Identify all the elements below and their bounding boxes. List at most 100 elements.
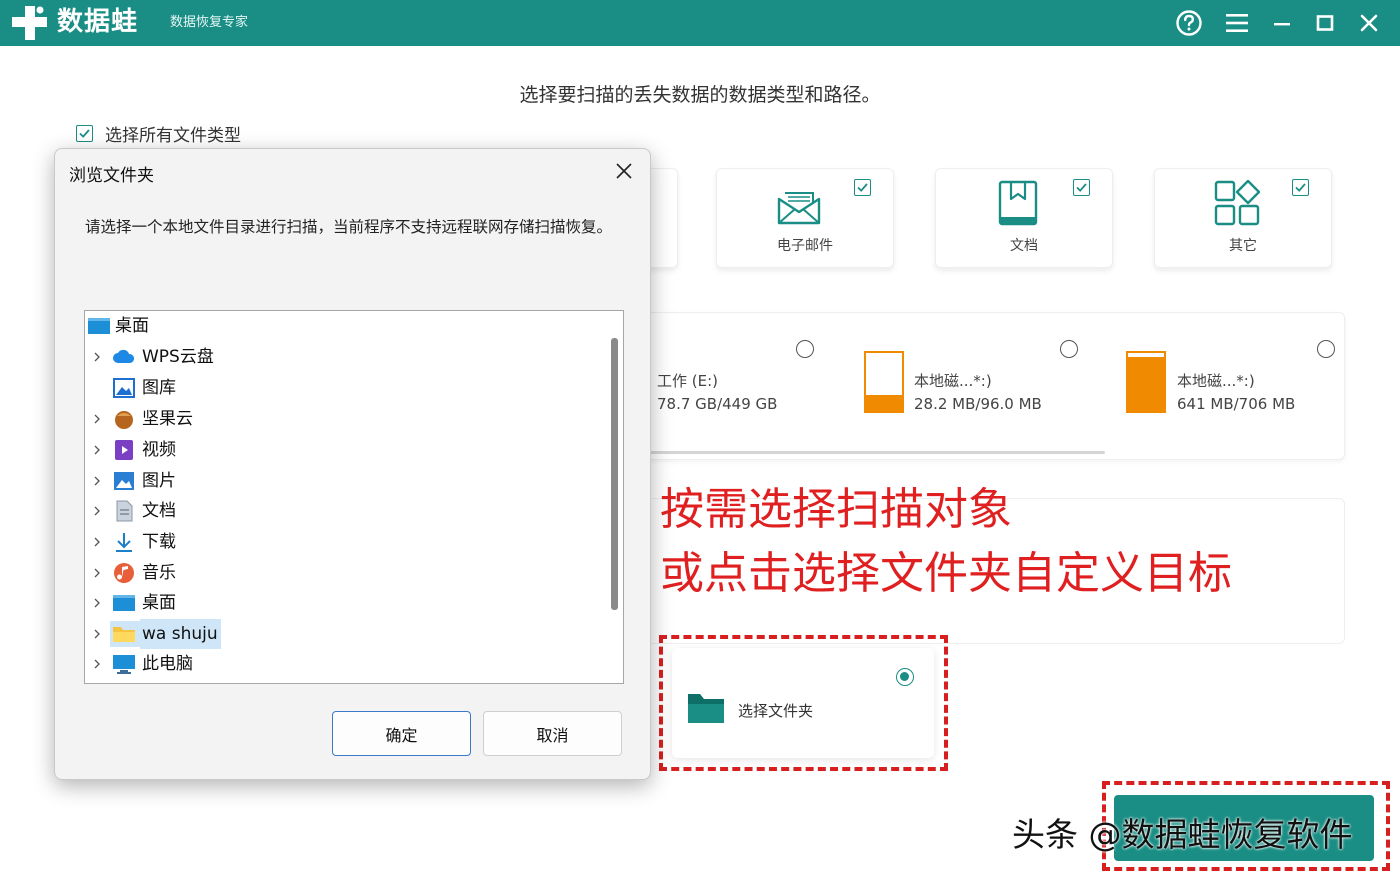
chevron-right-icon	[94, 506, 100, 516]
ok-button[interactable]: 确定	[332, 711, 471, 756]
download-icon	[116, 533, 132, 552]
browse-folder-dialog: 浏览文件夹 请选择一个本地文件目录进行扫描，当前程序不支持远程联网存储扫描恢复。…	[54, 148, 651, 780]
drive-name[interactable]: 工作 (E:)	[657, 370, 718, 391]
tree-item-label: 坚果云	[142, 409, 193, 429]
cloud-icon	[113, 349, 135, 363]
menu-button[interactable]	[1221, 7, 1253, 39]
tree-item-nut-cloud[interactable]: 坚果云	[85, 404, 605, 434]
checkmark-icon	[857, 183, 868, 192]
tree-item-desktop[interactable]: 桌面	[85, 588, 605, 618]
folder-icon	[113, 627, 135, 642]
nut-cloud-icon	[115, 411, 133, 429]
drive-size: 78.7 GB/449 GB	[657, 395, 778, 413]
file-type-label: 电子邮件	[777, 238, 833, 254]
chevron-right-icon	[94, 352, 100, 362]
other-icon	[1214, 179, 1261, 226]
close-button[interactable]	[1353, 7, 1385, 39]
file-type-checkbox[interactable]	[854, 179, 871, 196]
tree-item-pictures[interactable]: 图片	[85, 466, 605, 496]
drive-radio[interactable]	[796, 340, 814, 358]
close-icon	[1360, 14, 1378, 32]
tree-item-label: wa shuju	[140, 619, 221, 649]
chevron-right-icon	[94, 414, 100, 424]
file-type-label: 其它	[1229, 238, 1257, 254]
dialog-title: 浏览文件夹	[69, 166, 154, 186]
drive-radio[interactable]	[1317, 340, 1335, 358]
tree-item-gallery[interactable]: 图库	[85, 373, 605, 403]
cancel-button[interactable]: 取消	[483, 711, 622, 756]
minimize-button[interactable]	[1266, 7, 1298, 39]
dialog-message: 请选择一个本地文件目录进行扫描，当前程序不支持远程联网存储扫描恢复。	[85, 218, 613, 236]
help-icon	[1176, 10, 1202, 36]
tree-scrollbar-thumb[interactable]	[611, 338, 618, 610]
checkmark-icon	[1295, 183, 1306, 192]
select-all-label: 选择所有文件类型	[105, 126, 241, 146]
drive-size: 28.2 MB/96.0 MB	[914, 395, 1042, 413]
gallery-icon	[113, 378, 135, 398]
help-button[interactable]	[1173, 7, 1205, 39]
chevron-right-icon	[94, 476, 100, 486]
annotation-line-2: 或点击选择文件夹自定义目标	[660, 548, 1232, 599]
tree-item-label: 文档	[142, 501, 176, 521]
annotation-line-1: 按需选择扫描对象	[660, 484, 1012, 535]
title-bar: 数据蛙 数据恢复专家	[0, 0, 1400, 46]
chevron-right-icon	[94, 537, 100, 547]
chevron-right-icon	[94, 568, 100, 578]
desktop-icon	[113, 595, 135, 611]
instruction-text: 选择要扫描的丢失数据的数据类型和路径。	[519, 84, 881, 106]
tree-item-documents[interactable]: 文档	[85, 496, 605, 526]
tree-item-label: WPS云盘	[142, 347, 214, 367]
checkmark-icon	[1076, 183, 1087, 192]
tree-item-music[interactable]: 音乐	[85, 558, 605, 588]
select-all-checkbox[interactable]	[76, 125, 93, 142]
tree-item-this-pc[interactable]: 此电脑	[85, 649, 605, 679]
tree-item-label: 桌面	[142, 593, 176, 613]
drive-name[interactable]: 本地磁...*:)	[914, 370, 992, 391]
tree-item-wps-cloud[interactable]: WPS云盘	[85, 342, 605, 372]
highlight-box-folder	[659, 635, 948, 771]
tree-item-desktop-root[interactable]: 桌面	[85, 311, 605, 341]
drive-capacity-icon[interactable]	[1126, 351, 1166, 413]
drive-list-scrollbar[interactable]	[650, 451, 1105, 454]
video-icon	[115, 440, 133, 460]
tree-item-label: 下载	[142, 532, 176, 552]
app-subtitle: 数据恢复专家	[170, 15, 249, 30]
this-pc-icon	[113, 655, 135, 674]
tree-item-label: 此电脑	[142, 654, 193, 674]
dialog-close-button[interactable]	[612, 159, 636, 183]
tree-item-label: 视频	[142, 440, 176, 460]
maximize-icon	[1316, 15, 1334, 31]
desktop-icon	[88, 318, 110, 334]
maximize-button[interactable]	[1309, 7, 1341, 39]
chevron-right-icon	[94, 659, 100, 669]
email-icon	[777, 192, 821, 225]
tree-item-downloads[interactable]: 下载	[85, 527, 605, 557]
tree-item-videos[interactable]: 视频	[85, 435, 605, 465]
app-name: 数据蛙	[57, 7, 139, 37]
chevron-right-icon	[94, 445, 100, 455]
pictures-icon	[114, 472, 134, 490]
file-type-checkbox[interactable]	[1073, 179, 1090, 196]
minimize-icon	[1274, 23, 1290, 26]
tree-item-label: 音乐	[142, 563, 176, 583]
file-type-card-other[interactable]: 其它	[1154, 168, 1332, 268]
drive-name[interactable]: 本地磁...*:)	[1177, 370, 1255, 391]
file-type-card-email[interactable]: 电子邮件	[716, 168, 894, 268]
drive-capacity-icon[interactable]	[864, 351, 904, 413]
menu-icon	[1226, 14, 1248, 32]
documents-icon	[116, 500, 133, 522]
file-type-label: 文档	[1010, 238, 1038, 254]
drive-size: 641 MB/706 MB	[1177, 395, 1296, 413]
tree-item-label: 桌面	[115, 316, 149, 336]
folder-tree[interactable]: 桌面 WPS云盘 图库 坚果云 视频 图片 文档 下载 音乐 桌面 wa shu…	[84, 310, 624, 684]
drive-radio[interactable]	[1060, 340, 1078, 358]
close-icon	[616, 163, 632, 179]
logo-cross-icon	[12, 6, 47, 40]
file-type-card-document[interactable]: 文档	[935, 168, 1113, 268]
tree-item-wa-shuju[interactable]: wa shuju	[85, 619, 605, 649]
file-type-checkbox[interactable]	[1292, 179, 1309, 196]
document-icon	[998, 180, 1038, 226]
chevron-right-icon	[94, 629, 100, 639]
music-icon	[114, 563, 134, 583]
select-all-types[interactable]: 选择所有文件类型	[76, 121, 241, 146]
